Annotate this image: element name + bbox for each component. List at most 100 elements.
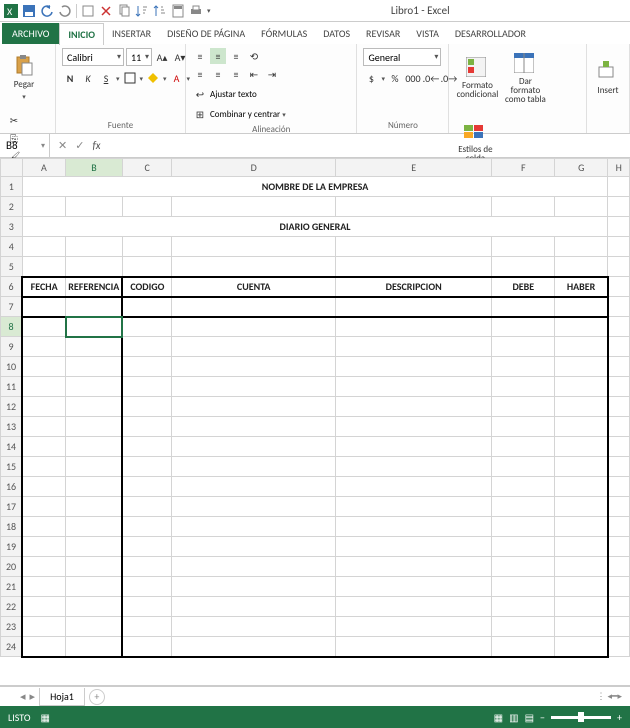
currency-icon[interactable]: $	[363, 70, 379, 86]
merge-button[interactable]: ⊞ Combinar y centrar ▾	[192, 106, 286, 122]
cell[interactable]	[66, 437, 123, 457]
underline-button[interactable]: S	[98, 70, 114, 86]
align-center-icon[interactable]: ≡	[210, 66, 226, 82]
cell[interactable]	[22, 517, 66, 537]
cell[interactable]	[492, 577, 555, 597]
cell[interactable]	[172, 337, 335, 357]
cell[interactable]	[555, 497, 608, 517]
cell[interactable]	[172, 357, 335, 377]
cell[interactable]	[66, 477, 123, 497]
row-header[interactable]: 19	[1, 537, 23, 557]
column-header[interactable]: F	[492, 159, 555, 177]
cell[interactable]	[335, 457, 492, 477]
cell[interactable]	[66, 257, 123, 277]
cell[interactable]	[172, 517, 335, 537]
cell[interactable]	[492, 457, 555, 477]
cell[interactable]	[22, 237, 66, 257]
dropdown-icon[interactable]: ▾	[163, 74, 167, 83]
column-header[interactable]: G	[555, 159, 608, 177]
cell[interactable]	[22, 457, 66, 477]
cell[interactable]	[66, 557, 123, 577]
cell[interactable]	[335, 617, 492, 637]
cell[interactable]	[492, 197, 555, 217]
cell[interactable]	[608, 297, 630, 317]
cell[interactable]	[608, 317, 630, 337]
cell[interactable]	[122, 197, 172, 217]
view-break-icon[interactable]: ▤	[525, 711, 534, 724]
font-size-select[interactable]: 11	[126, 48, 152, 66]
cell[interactable]	[172, 317, 335, 337]
cell[interactable]	[66, 417, 123, 437]
cell[interactable]	[608, 217, 630, 237]
row-header[interactable]: 4	[1, 237, 23, 257]
cell[interactable]	[22, 537, 66, 557]
row-header[interactable]: 9	[1, 337, 23, 357]
cell[interactable]	[555, 577, 608, 597]
cell[interactable]	[555, 357, 608, 377]
accept-icon[interactable]: ✓	[75, 139, 84, 152]
cell[interactable]	[492, 297, 555, 317]
cell[interactable]	[22, 597, 66, 617]
cell[interactable]	[335, 477, 492, 497]
cell[interactable]	[492, 257, 555, 277]
cell[interactable]	[335, 317, 492, 337]
cell[interactable]	[608, 257, 630, 277]
cell[interactable]: FECHA	[22, 277, 66, 297]
cell[interactable]	[172, 477, 335, 497]
cell[interactable]	[555, 397, 608, 417]
cell[interactable]	[335, 497, 492, 517]
cell[interactable]	[172, 197, 335, 217]
cell[interactable]	[335, 397, 492, 417]
cell[interactable]	[555, 417, 608, 437]
fx-icon[interactable]: fx	[92, 139, 100, 152]
row-header[interactable]: 1	[1, 177, 23, 197]
cell[interactable]	[555, 317, 608, 337]
cell[interactable]	[122, 577, 172, 597]
align-bottom-icon[interactable]: ≡	[228, 48, 244, 64]
cell[interactable]	[22, 317, 66, 337]
cell[interactable]	[492, 537, 555, 557]
cell[interactable]: REFERENCIA	[66, 277, 123, 297]
cell[interactable]	[555, 377, 608, 397]
bold-button[interactable]: N	[62, 70, 78, 86]
zoom-slider[interactable]	[551, 716, 611, 719]
font-color-icon[interactable]: A	[169, 70, 185, 86]
cell[interactable]	[608, 197, 630, 217]
cell[interactable]: DEBE	[492, 277, 555, 297]
qat-copy-icon[interactable]	[117, 4, 131, 18]
cell[interactable]	[172, 597, 335, 617]
cell[interactable]	[555, 517, 608, 537]
cell[interactable]	[608, 357, 630, 377]
cell[interactable]	[555, 537, 608, 557]
cell[interactable]	[66, 337, 123, 357]
cell[interactable]	[122, 257, 172, 277]
zoom-out-button[interactable]: −	[540, 711, 545, 724]
cell[interactable]	[608, 377, 630, 397]
cell[interactable]: CUENTA	[172, 277, 335, 297]
cell[interactable]	[66, 397, 123, 417]
cell[interactable]: DESCRIPCION	[335, 277, 492, 297]
row-header[interactable]: 23	[1, 617, 23, 637]
dropdown-icon[interactable]: ▾	[116, 74, 120, 83]
cell[interactable]	[172, 417, 335, 437]
cell[interactable]: DIARIO GENERAL	[22, 217, 608, 237]
tab-view[interactable]: VISTA	[408, 23, 447, 44]
dropdown-icon[interactable]: ▾	[381, 74, 385, 83]
align-middle-icon[interactable]: ≡	[210, 48, 226, 64]
cell[interactable]	[122, 317, 172, 337]
cell[interactable]	[335, 237, 492, 257]
cell[interactable]	[555, 597, 608, 617]
row-header[interactable]: 13	[1, 417, 23, 437]
cell[interactable]	[172, 297, 335, 317]
cell[interactable]	[66, 457, 123, 477]
cell[interactable]	[66, 637, 123, 657]
cell[interactable]	[172, 437, 335, 457]
cell[interactable]	[122, 477, 172, 497]
cell[interactable]	[492, 397, 555, 417]
row-header[interactable]: 22	[1, 597, 23, 617]
cell[interactable]	[172, 257, 335, 277]
align-left-icon[interactable]: ≡	[192, 66, 208, 82]
cell[interactable]	[22, 557, 66, 577]
qat-sort-desc-icon[interactable]	[153, 4, 167, 18]
cell[interactable]	[555, 617, 608, 637]
